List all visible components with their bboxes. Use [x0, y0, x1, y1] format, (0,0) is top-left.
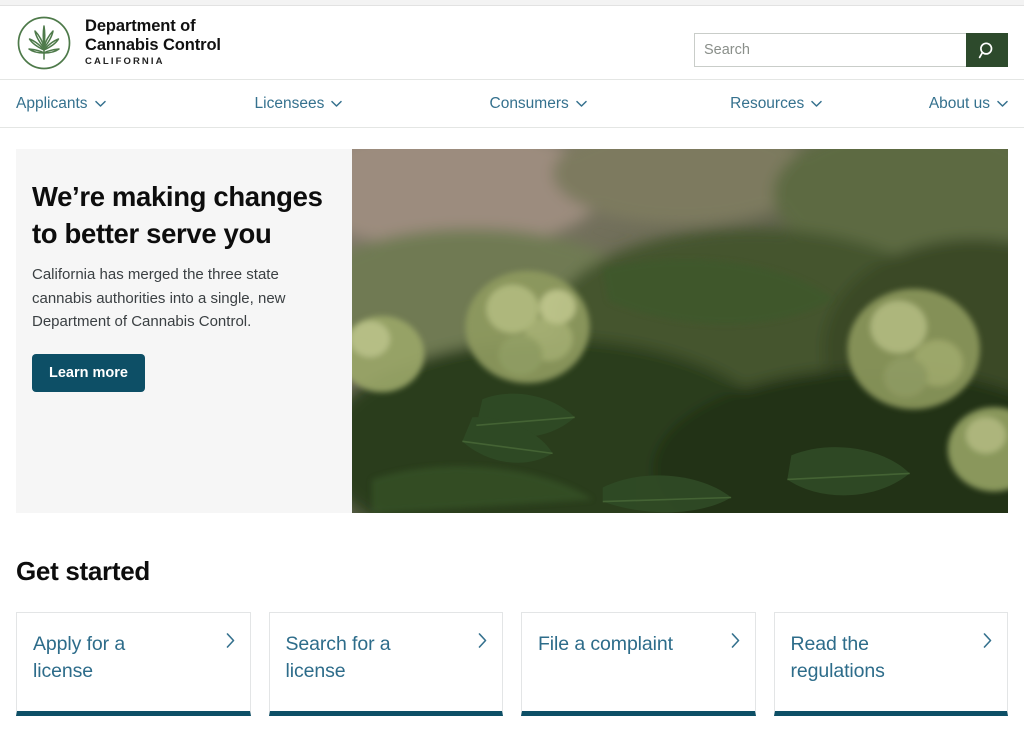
card-label: Search for a license [285, 633, 391, 682]
nav-label: About us [928, 94, 990, 112]
chevron-right-icon [226, 633, 234, 648]
chevron-right-icon [478, 633, 487, 648]
search-bar [694, 33, 1008, 67]
card-label: File a complaint [538, 633, 673, 655]
search-input[interactable] [694, 33, 966, 67]
nav-item-about-us[interactable]: About us [929, 95, 1008, 113]
nav-item-resources[interactable]: Resources [730, 95, 822, 113]
card-file-a-complaint[interactable]: File a complaint [521, 612, 756, 716]
hero-image [352, 149, 1008, 513]
hero-description: California has merged the three state ca… [32, 266, 286, 330]
card-apply-for-a-license[interactable]: Apply for a license [16, 612, 251, 716]
chevron-down-icon [811, 100, 822, 107]
nav-label: Consumers [489, 94, 569, 112]
search-icon [978, 41, 992, 58]
brand-logo[interactable]: Department of Cannabis Control CALIFORNI… [16, 15, 221, 71]
chevron-down-icon [576, 100, 587, 107]
cannabis-plant-photo [352, 149, 1008, 513]
card-search-for-a-license[interactable]: Search for a license [268, 612, 503, 716]
card-read-the-regulations[interactable]: Read the regulations [773, 612, 1008, 716]
hero-title: We’re making changes to better serve you [32, 181, 323, 249]
search-submit-button[interactable] [966, 33, 1008, 67]
cannabis-leaf-circle-icon [17, 16, 71, 69]
get-started-heading: Get started [16, 556, 150, 586]
chevron-down-icon [331, 100, 343, 107]
brand-line-1: Department of [85, 16, 196, 35]
chevron-right-icon [731, 633, 739, 648]
brand-text: Department of Cannabis Control CALIFORNI… [85, 17, 221, 68]
main-navigation: Applicants Licensees Consumers Resources… [0, 80, 1024, 127]
brand-state: CALIFORNIA [85, 56, 165, 68]
nav-item-consumers[interactable]: Consumers [490, 95, 587, 113]
nav-divider [0, 127, 1024, 128]
get-started-cards: Apply for a license Search for a license… [16, 612, 1008, 716]
card-label: Read the regulations [790, 633, 885, 682]
hero-banner: We’re making changes to better serve you… [16, 149, 1008, 513]
nav-item-licensees[interactable]: Licensees [255, 95, 343, 113]
chevron-down-icon [94, 100, 106, 107]
nav-label: Resources [730, 94, 805, 112]
learn-more-button[interactable]: Learn more [32, 354, 145, 393]
chevron-right-icon [983, 633, 992, 648]
nav-label: Licensees [254, 94, 325, 112]
site-header: Department of Cannabis Control CALIFORNI… [0, 6, 1024, 79]
nav-label: Applicants [16, 94, 88, 112]
nav-item-applicants[interactable]: Applicants [16, 95, 106, 113]
hero-text-panel: We’re making changes to better serve you… [16, 149, 352, 513]
card-label: Apply for a license [33, 633, 126, 682]
chevron-down-icon [997, 100, 1008, 107]
brand-line-2: Cannabis Control [85, 35, 221, 54]
